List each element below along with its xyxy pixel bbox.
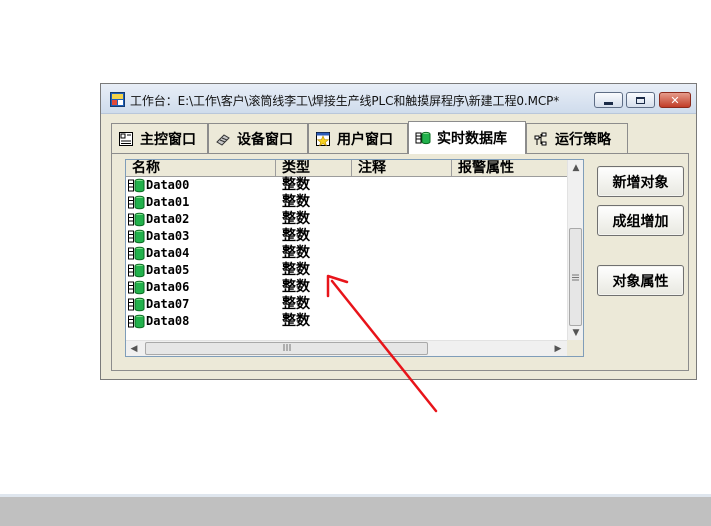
column-header-name[interactable]: 名称 xyxy=(126,160,276,177)
database-variable-icon xyxy=(128,246,145,261)
object-properties-button[interactable]: 对象属性 xyxy=(597,265,684,296)
variable-name: Data05 xyxy=(146,263,190,277)
tab-label: 运行策略 xyxy=(555,131,611,148)
grip-icon xyxy=(283,344,290,351)
variable-type: 整数 xyxy=(282,262,310,278)
variable-type: 整数 xyxy=(282,245,310,261)
variable-name: Data08 xyxy=(146,314,190,328)
scroll-up-icon[interactable]: ▲ xyxy=(568,160,583,176)
database-variable-icon xyxy=(128,195,145,210)
variable-list[interactable]: 名称 类型 注释 报警属性 Data00 整数 Data01 整数 Data02 整数 Da… xyxy=(125,159,584,357)
column-header-type[interactable]: 类型 xyxy=(276,160,352,177)
variable-name: Data02 xyxy=(146,212,190,226)
list-item[interactable]: Data08 整数 xyxy=(128,313,566,330)
close-icon: ✕ xyxy=(670,93,680,107)
database-variable-icon xyxy=(128,212,145,227)
tab-panel-realtime-database: 名称 类型 注释 报警属性 Data00 整数 Data01 整数 Data02 整数 Da… xyxy=(111,153,689,371)
list-item[interactable]: Data00 整数 xyxy=(128,177,566,194)
horizontal-scroll-thumb[interactable] xyxy=(145,342,428,355)
run-strategy-icon xyxy=(534,132,547,145)
column-header-alarm[interactable]: 报警属性 xyxy=(452,160,568,177)
variable-name: Data07 xyxy=(146,297,190,311)
minimize-button[interactable] xyxy=(594,92,623,108)
variable-type: 整数 xyxy=(282,279,310,295)
list-item[interactable]: Data02 整数 xyxy=(128,211,566,228)
vertical-scrollbar[interactable]: ▲ ▼ xyxy=(567,160,583,341)
database-variable-icon xyxy=(128,280,145,295)
workbench-window: 工作台：E:\工作\客户\滚筒线李工\焊接生产线PLC和触摸屏程序\新建工程0.… xyxy=(100,83,697,380)
tab-user-window[interactable]: 用户窗口 xyxy=(308,123,408,153)
tab-label: 用户窗口 xyxy=(337,131,393,148)
list-item[interactable]: Data03 整数 xyxy=(128,228,566,245)
tab-realtime-database[interactable]: 实时数据库 xyxy=(408,121,526,154)
database-variable-icon xyxy=(128,263,145,278)
list-item[interactable]: Data06 整数 xyxy=(128,279,566,296)
tab-label: 主控窗口 xyxy=(140,131,196,148)
close-button[interactable]: ✕ xyxy=(659,92,691,108)
variable-type: 整数 xyxy=(282,211,310,227)
tab-main-window[interactable]: 主控窗口 xyxy=(111,123,208,153)
variable-name: Data03 xyxy=(146,229,190,243)
database-variable-icon xyxy=(128,314,145,329)
scroll-left-icon[interactable]: ◀ xyxy=(126,341,142,356)
variable-type: 整数 xyxy=(282,313,310,329)
user-window-icon xyxy=(316,131,330,146)
size-grip xyxy=(567,340,583,356)
tab-device-window[interactable]: 设备窗口 xyxy=(208,123,308,153)
horizontal-scrollbar[interactable]: ◀ ▶ xyxy=(126,340,568,356)
realtime-database-icon xyxy=(415,131,431,145)
maximize-button[interactable] xyxy=(626,92,655,108)
tab-label: 设备窗口 xyxy=(237,131,293,148)
tab-label: 实时数据库 xyxy=(437,131,507,147)
list-header: 名称 类型 注释 报警属性 xyxy=(126,160,568,177)
list-item[interactable]: Data07 整数 xyxy=(128,296,566,313)
scroll-down-icon[interactable]: ▼ xyxy=(568,325,583,341)
variable-type: 整数 xyxy=(282,296,310,312)
list-item[interactable]: Data04 整数 xyxy=(128,245,566,262)
scroll-right-icon[interactable]: ▶ xyxy=(550,341,566,356)
grip-icon xyxy=(572,274,579,280)
database-variable-icon xyxy=(128,297,145,312)
device-window-icon xyxy=(216,133,230,146)
window-title: 工作台：E:\工作\客户\滚筒线李工\焊接生产线PLC和触摸屏程序\新建工程0.… xyxy=(130,94,560,108)
list-item[interactable]: Data05 整数 xyxy=(128,262,566,279)
tab-run-strategy[interactable]: 运行策略 xyxy=(526,123,628,153)
app-icon xyxy=(110,92,125,107)
title-bar[interactable]: 工作台：E:\工作\客户\滚筒线李工\焊接生产线PLC和触摸屏程序\新建工程0.… xyxy=(101,84,696,114)
minimize-icon xyxy=(604,101,613,105)
database-variable-icon xyxy=(128,229,145,244)
taskbar xyxy=(0,494,711,526)
variable-name: Data06 xyxy=(146,280,190,294)
variable-name: Data00 xyxy=(146,178,190,192)
list-item[interactable]: Data01 整数 xyxy=(128,194,566,211)
variable-type: 整数 xyxy=(282,228,310,244)
variable-name: Data04 xyxy=(146,246,190,260)
database-variable-icon xyxy=(128,178,145,193)
group-add-button[interactable]: 成组增加 xyxy=(597,205,684,236)
variable-type: 整数 xyxy=(282,194,310,210)
main-window-icon xyxy=(119,131,133,146)
variable-name: Data01 xyxy=(146,195,190,209)
vertical-scroll-thumb[interactable] xyxy=(569,228,582,326)
variable-type: 整数 xyxy=(282,177,310,193)
column-header-comment[interactable]: 注释 xyxy=(352,160,452,177)
maximize-icon xyxy=(636,96,645,104)
new-object-button[interactable]: 新增对象 xyxy=(597,166,684,197)
